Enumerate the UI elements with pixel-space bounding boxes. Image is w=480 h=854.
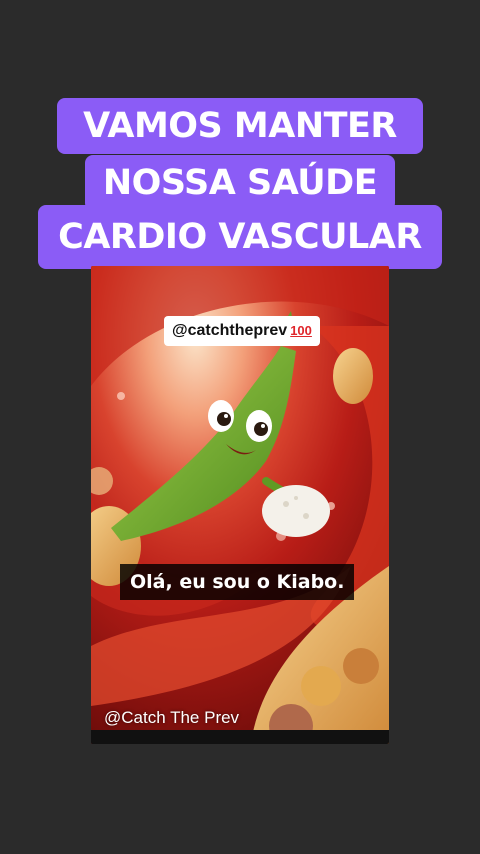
headline-text-1: VAMOS MANTER <box>57 98 423 154</box>
handle-badge: @catchtheprev 100 <box>164 316 320 346</box>
headline-text-2: NOSSA SAÚDE <box>84 155 396 211</box>
headline-line-2: NOSSA SAÚDE <box>0 155 480 211</box>
headline-text-3: CARDIO VASCULAR <box>38 205 442 269</box>
hundred-points-icon: 100 <box>290 323 312 338</box>
video-watermark: @Catch The Prev <box>104 708 240 727</box>
video-player[interactable]: @catchtheprev 100 Olá, eu sou o Kiabo. @C… <box>91 266 389 744</box>
headline-line-1: VAMOS MANTER <box>0 98 480 154</box>
video-subtitle: Olá, eu sou o Kiabo. <box>120 564 355 600</box>
headline-line-3: CARDIO VASCULAR <box>0 205 480 269</box>
handle-text: @catchtheprev <box>172 322 288 339</box>
video-bottom-bar <box>91 730 389 744</box>
